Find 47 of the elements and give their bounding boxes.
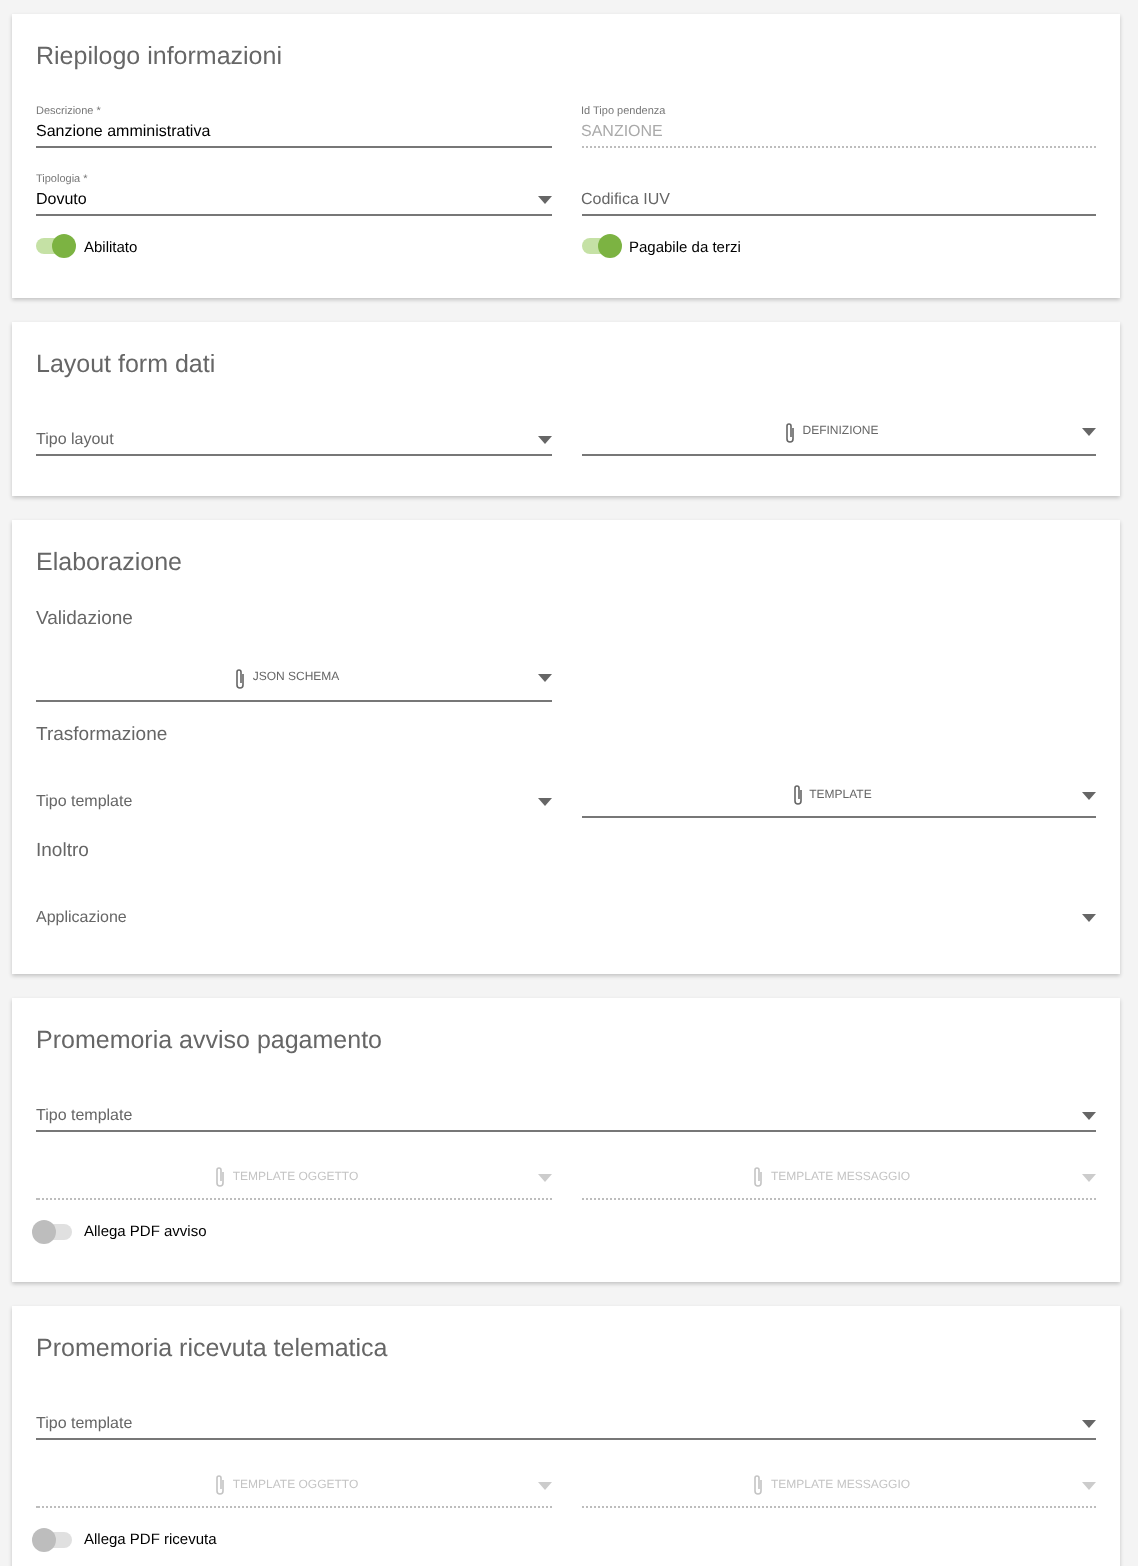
caret-icon xyxy=(537,195,551,204)
placeholder: Tipo template xyxy=(36,1108,133,1124)
section-subheading: Inoltro xyxy=(36,838,91,866)
caret-icon xyxy=(537,798,551,806)
card-title: Riepilogo informazioni xyxy=(36,40,284,74)
select-field[interactable]: Tipo template xyxy=(36,770,551,818)
section-subheading: Validazione xyxy=(36,605,135,633)
caret-icon xyxy=(537,1173,551,1181)
input-field[interactable]: Codifica IUV xyxy=(581,167,1096,216)
caret-icon xyxy=(1082,914,1096,923)
caret-icon xyxy=(1082,1481,1096,1489)
placeholder: Tipo template xyxy=(36,794,133,810)
caret-icon xyxy=(1082,428,1096,437)
paperclip-icon xyxy=(214,1474,227,1496)
field-value: Sanzione amministrativa xyxy=(36,123,211,140)
caret-icon xyxy=(1082,791,1096,799)
toggle-switch[interactable] xyxy=(36,1223,72,1240)
caret-icon xyxy=(537,1481,551,1489)
field-value: SANZIONE xyxy=(581,123,663,140)
caret-icon xyxy=(1082,1173,1096,1181)
card-title: Promemoria avviso pagamento xyxy=(36,1024,384,1059)
select-field[interactable]: Applicazione xyxy=(36,886,1096,935)
caret-icon xyxy=(538,674,552,683)
placeholder: Codifica IUV xyxy=(581,191,670,208)
card-title: Layout form dati xyxy=(36,348,218,382)
field-value: Dovuto xyxy=(36,191,87,208)
caret-icon xyxy=(537,435,551,444)
select-field[interactable]: Tipo layout xyxy=(36,407,551,456)
paperclip-icon xyxy=(752,1474,765,1496)
paperclip-icon xyxy=(784,421,797,444)
select-field[interactable]: Tipo template xyxy=(36,1084,1096,1132)
caret-icon xyxy=(1082,1420,1096,1428)
paperclip-icon xyxy=(752,1166,765,1188)
paperclip-icon xyxy=(234,667,247,690)
toggle-switch[interactable] xyxy=(36,1531,72,1548)
toggle-switch[interactable] xyxy=(36,238,72,255)
card-title: Promemoria ricevuta telematica xyxy=(36,1332,390,1367)
placeholder: Applicazione xyxy=(36,910,127,927)
placeholder: Tipo template xyxy=(36,1416,133,1432)
placeholder: Tipo layout xyxy=(36,431,114,448)
paperclip-icon xyxy=(791,784,804,806)
card-title: Elaborazione xyxy=(36,545,184,580)
select-field[interactable]: Tipo template xyxy=(36,1392,1096,1440)
caret-icon xyxy=(1082,1112,1096,1120)
section-subheading: Trasformazione xyxy=(36,721,170,750)
paperclip-icon xyxy=(214,1166,227,1188)
toggle-switch[interactable] xyxy=(581,238,617,255)
